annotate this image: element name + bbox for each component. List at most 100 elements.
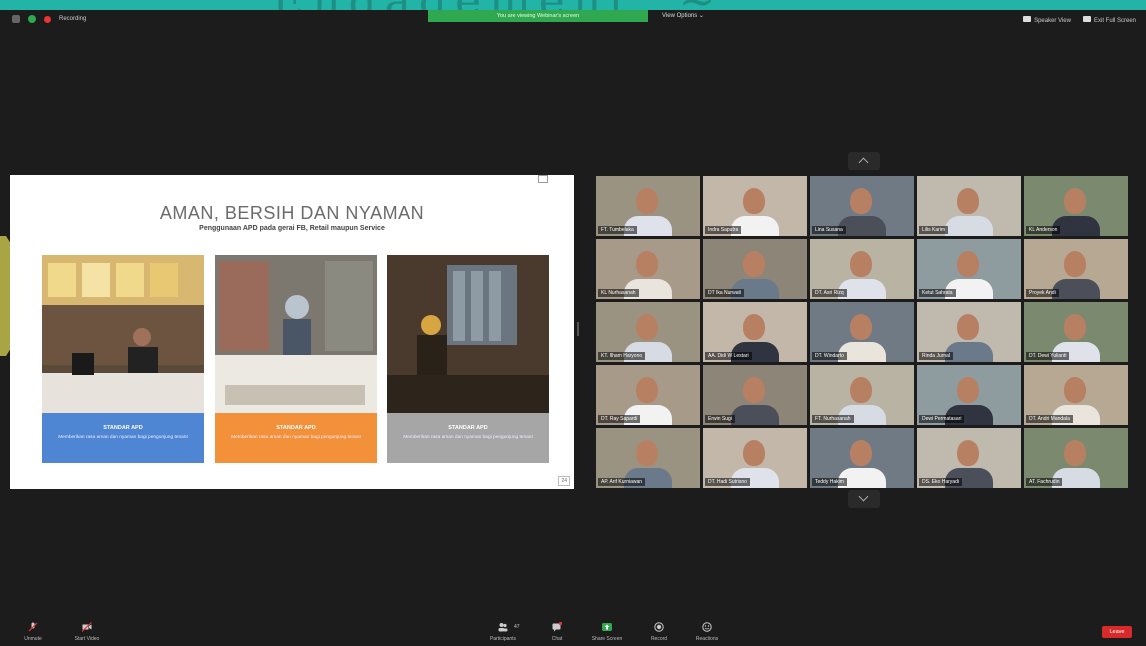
participant-avatar xyxy=(957,314,979,340)
participant-tile[interactable]: Lilis Karim xyxy=(917,176,1021,236)
participant-tile[interactable]: FT. Tumbelaka xyxy=(596,176,700,236)
participant-name: DT. Andri Mandala xyxy=(1026,415,1073,423)
meeting-toolbar: Unmute Start Video Participants 47 Chat … xyxy=(0,616,1146,646)
participant-tile[interactable]: Dewi Permatasari xyxy=(917,365,1021,425)
splitter-handle[interactable] xyxy=(577,322,579,336)
participant-tile[interactable]: Ketut Sahrata xyxy=(917,239,1021,299)
participants-label: Participants xyxy=(489,636,517,642)
participant-avatar xyxy=(1064,440,1086,466)
chat-button[interactable]: Chat xyxy=(532,622,582,642)
gallery-scroll-down-button[interactable] xyxy=(848,490,880,508)
participant-tile[interactable]: FT. Nurhasanah xyxy=(810,365,914,425)
participant-avatar xyxy=(1064,188,1086,214)
recording-icon xyxy=(44,15,51,23)
exit-full-screen-icon xyxy=(1082,16,1091,22)
participants-icon xyxy=(498,623,508,632)
share-screen-icon xyxy=(602,623,612,631)
slide-close-icon[interactable] xyxy=(538,175,548,183)
participant-name: Dewi Permatasari xyxy=(919,415,965,423)
share-screen-label: Share Screen xyxy=(591,636,623,642)
participant-avatar xyxy=(957,188,979,214)
participant-name: AT. Fachrudin xyxy=(1026,478,1063,486)
participant-tile[interactable]: DT. Dewi Yulianti xyxy=(1024,302,1128,362)
store-photo xyxy=(42,255,204,413)
unmute-button[interactable]: Unmute xyxy=(8,622,58,642)
participant-body xyxy=(731,405,779,425)
reactions-icon xyxy=(702,622,712,632)
participant-tile[interactable]: Proyek Andi xyxy=(1024,239,1128,299)
info-icon[interactable] xyxy=(12,15,20,23)
participant-name: AA. Didi W Lestari xyxy=(705,352,752,360)
participant-avatar xyxy=(636,314,658,340)
participant-tile[interactable]: DT. Andri Mandala xyxy=(1024,365,1128,425)
participants-button[interactable]: Participants xyxy=(478,622,528,642)
participant-tile[interactable]: DT. Asri Rizq xyxy=(810,239,914,299)
participant-avatar xyxy=(636,377,658,403)
participant-tile[interactable]: DT. Windarto xyxy=(810,302,914,362)
speaker-view-button[interactable]: Speaker View xyxy=(1023,16,1071,24)
slide-subtitle: Penggunaan APD pada gerai FB, Retail mau… xyxy=(199,225,385,232)
participant-name: AP. Arif Kurniawan xyxy=(598,478,646,486)
slide-page-number: 24 xyxy=(558,476,570,486)
leave-button[interactable]: Leave xyxy=(1102,626,1132,638)
gallery-scroll-up-button[interactable] xyxy=(848,152,880,170)
slide-panel: STANDAR APD Memberikan rasa aman dan nya… xyxy=(387,255,549,463)
participant-avatar xyxy=(743,251,765,277)
exit-full-screen-label: Exit Full Screen xyxy=(1093,18,1136,24)
fastfood-counter-image xyxy=(42,255,204,413)
participant-name: Teddy Hakim xyxy=(812,478,847,486)
participant-tile[interactable]: AT. Fachrudin xyxy=(1024,428,1128,488)
participant-tile[interactable]: DT Ika Nurwati xyxy=(703,239,807,299)
participant-name: DT. Dewi Yulianti xyxy=(1026,352,1070,360)
participant-tile[interactable]: AA. Didi W Lestari xyxy=(703,302,807,362)
video-off-icon xyxy=(82,622,92,632)
participant-name: DS. Eko Haryadi xyxy=(919,478,962,486)
security-shield-icon[interactable] xyxy=(28,15,36,23)
start-video-button[interactable]: Start Video xyxy=(62,622,112,642)
microphone-muted-icon xyxy=(28,622,38,632)
panel-title: STANDAR APD xyxy=(276,425,316,431)
participant-avatar xyxy=(850,251,872,277)
participant-name: KL Nurhasanah xyxy=(598,289,639,297)
reactions-button[interactable]: Reactions xyxy=(682,622,732,642)
participant-tile[interactable]: KL Anderson xyxy=(1024,176,1128,236)
participant-body xyxy=(1052,279,1100,299)
participant-tile[interactable]: Indra Saputra xyxy=(703,176,807,236)
record-icon xyxy=(654,622,664,632)
exit-full-screen-button[interactable]: Exit Full Screen xyxy=(1082,16,1136,24)
participant-tile[interactable]: DT. Hadi Sutrisno xyxy=(703,428,807,488)
share-screen-button[interactable]: Share Screen xyxy=(582,622,632,642)
participant-tile[interactable]: DS. Eko Haryadi xyxy=(917,428,1021,488)
participant-name: DT. Ray Sapardi xyxy=(598,415,641,423)
participant-name: Erwin Sugi xyxy=(705,415,735,423)
participant-tile[interactable]: DT. Ray Sapardi xyxy=(596,365,700,425)
store-photo xyxy=(215,255,377,413)
participant-name: Proyek Andi xyxy=(1026,289,1059,297)
panel-caption: STANDAR APD Memberikan rasa aman dan nya… xyxy=(387,413,549,463)
participant-avatar xyxy=(850,188,872,214)
participant-tile[interactable]: Lina Susana xyxy=(810,176,914,236)
record-button[interactable]: Record xyxy=(634,622,684,642)
panel-title: STANDAR APD xyxy=(103,425,143,431)
slide-panel: STANDAR APD Memberikan rasa aman dan nya… xyxy=(42,255,204,463)
retail-cashier-image xyxy=(215,255,377,413)
participant-tile[interactable]: Erwin Sugi xyxy=(703,365,807,425)
participant-tile[interactable]: Teddy Hakim xyxy=(810,428,914,488)
participant-name: DT. Hadi Sutrisno xyxy=(705,478,750,486)
participant-tile[interactable]: KL Nurhasanah xyxy=(596,239,700,299)
participant-name: KL Anderson xyxy=(1026,226,1061,234)
participant-name: Lilis Karim xyxy=(919,226,949,234)
participant-tile[interactable]: AP. Arif Kurniawan xyxy=(596,428,700,488)
participant-avatar xyxy=(957,440,979,466)
participant-avatar xyxy=(636,188,658,214)
slide-title: AMAN, BERSIH DAN NYAMAN xyxy=(159,203,425,223)
store-photo xyxy=(387,255,549,413)
participants-count: 47 xyxy=(514,624,520,630)
view-options-button[interactable]: View Options ⌄ xyxy=(662,12,704,19)
record-label: Record xyxy=(650,636,668,642)
unmute-label: Unmute xyxy=(24,636,42,642)
participant-tile[interactable]: KT. Ilham Haryono xyxy=(596,302,700,362)
participant-avatar xyxy=(636,440,658,466)
participant-name: DT. Asri Rizq xyxy=(812,289,847,297)
participant-tile[interactable]: Rinda Jurnal xyxy=(917,302,1021,362)
